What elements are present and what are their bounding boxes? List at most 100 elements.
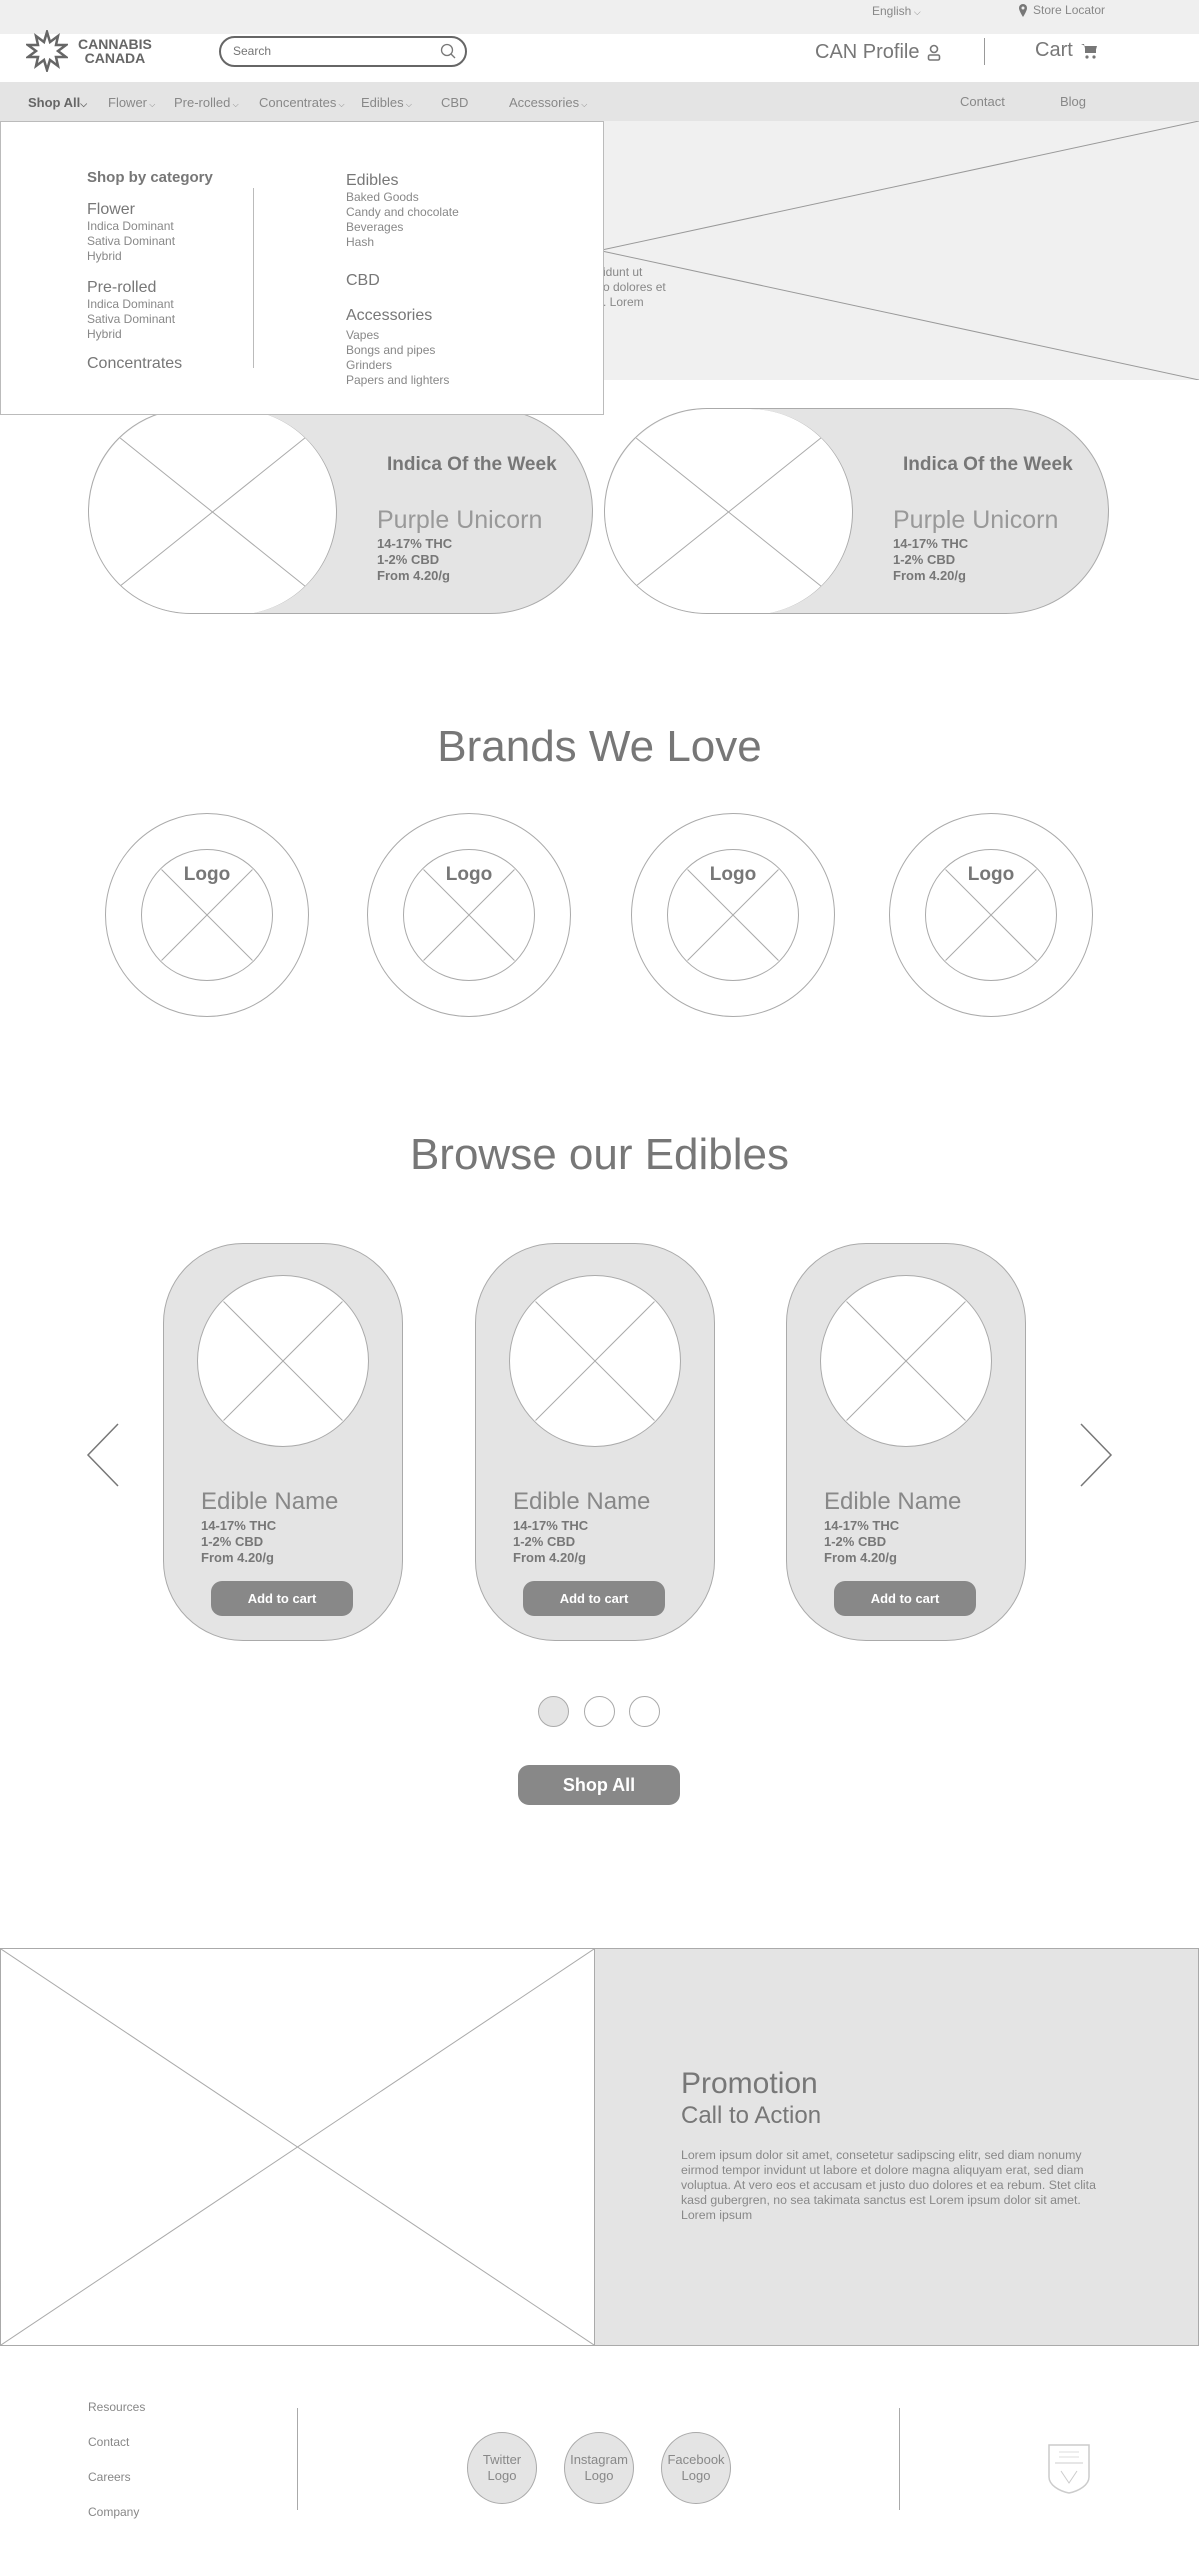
nav-cbd[interactable]: CBD <box>441 95 468 110</box>
nav-edibles[interactable]: Edibles ⌵ <box>361 95 412 110</box>
instagram-logo-link[interactable]: Instagram Logo <box>564 2432 634 2504</box>
promo-title: Promotion <box>681 2067 818 2100</box>
nav-accessories[interactable]: Accessories ⌵ <box>509 95 587 110</box>
cart-label: Cart <box>1035 39 1073 61</box>
featured-label: Indica Of the Week <box>903 454 1073 475</box>
profile-label: CAN Profile <box>815 41 920 63</box>
add-to-cart-button[interactable]: Add to cart <box>834 1581 976 1616</box>
dropdown-subcategory-link[interactable]: Grinders <box>346 358 449 373</box>
footer-link-resources[interactable]: Resources <box>88 2400 145 2414</box>
logo-text: CANADA <box>84 50 146 66</box>
footer-link-company[interactable]: Company <box>88 2505 139 2519</box>
carousel-next-arrow-icon[interactable] <box>1079 1423 1113 1487</box>
nav-blog[interactable]: Blog <box>1060 94 1086 109</box>
header <box>0 34 1199 82</box>
product-image-placeholder <box>605 409 853 613</box>
dropdown-subcategory-link[interactable]: Sativa Dominant <box>87 312 175 327</box>
dropdown-subcategory-link[interactable]: Hybrid <box>87 249 175 264</box>
brand-logo-link[interactable]: Logo <box>889 813 1093 1017</box>
edible-name: Edible Name <box>513 1488 651 1515</box>
language-selector[interactable]: English ⌵ <box>872 4 921 18</box>
dropdown-category-link[interactable]: Pre-rolled <box>87 279 175 297</box>
map-pin-icon <box>1019 3 1027 17</box>
dropdown-category-link[interactable]: CBD <box>346 272 380 290</box>
footer-divider <box>297 2408 298 2510</box>
edible-product-card[interactable]: Edible Name 14-17% THC 1-2% CBD From 4.20/g… <box>786 1243 1026 1641</box>
cbd-value: 1-2% CBD <box>377 552 440 567</box>
promo-image-placeholder <box>0 1948 595 2346</box>
dropdown-subcategory-link[interactable]: Vapes <box>346 328 449 343</box>
footer-link-careers[interactable]: Careers <box>88 2470 131 2484</box>
featured-label: Indica Of the Week <box>387 454 557 475</box>
price-value: From 4.20/g <box>824 1550 897 1565</box>
nav-flower[interactable]: Flower ⌵ <box>108 95 155 110</box>
cbd-value: 1-2% CBD <box>893 552 956 567</box>
edible-product-card[interactable]: Edible Name 14-17% THC 1-2% CBD From 4.20/g… <box>475 1243 715 1641</box>
dropdown-category-link[interactable]: Accessories <box>346 307 449 325</box>
edibles-title: Browse our Edibles <box>409 1130 790 1179</box>
featured-product-card[interactable]: Indica Of the Week Purple Unicorn 14-17%… <box>604 408 1109 614</box>
carousel-dot[interactable] <box>629 1696 660 1727</box>
profile-link[interactable]: CAN Profile <box>815 41 941 64</box>
facebook-logo-link[interactable]: Facebook Logo <box>661 2432 731 2504</box>
price-value: From 4.20/g <box>513 1550 586 1565</box>
search-icon[interactable] <box>440 43 457 60</box>
search-input[interactable] <box>233 44 433 58</box>
dropdown-subcategory-link[interactable]: Candy and chocolate <box>346 205 459 220</box>
language-label: English <box>872 4 912 18</box>
promo-cta[interactable]: Call to Action <box>681 2102 821 2130</box>
add-to-cart-button[interactable]: Add to cart <box>523 1581 665 1616</box>
featured-product-card[interactable]: Indica Of the Week Purple Unicorn 14-17%… <box>88 408 593 614</box>
hero-text: idunt ut o dolores et. Lorem <box>603 265 666 309</box>
brand-logo-link[interactable]: Logo <box>631 813 835 1017</box>
shop-all-button[interactable]: Shop All <box>518 1765 680 1805</box>
twitter-logo-link[interactable]: Twitter Logo <box>467 2432 537 2504</box>
dropdown-subcategory-link[interactable]: Bongs and pipes <box>346 343 449 358</box>
dropdown-subcategory-link[interactable]: Hash <box>346 235 459 250</box>
brand-logo-label: Logo <box>445 864 493 885</box>
nav-contact[interactable]: Contact <box>960 94 1005 109</box>
footer-link-contact[interactable]: Contact <box>88 2435 129 2449</box>
dropdown-group-pre-rolled: Pre-rolled Indica Dominant Sativa Domina… <box>87 279 175 342</box>
chevron-down-icon: ⌵ <box>911 7 921 17</box>
carousel-dot-active[interactable] <box>538 1696 569 1727</box>
dropdown-subcategory-link[interactable]: Indica Dominant <box>87 219 175 234</box>
dropdown-subcategory-link[interactable]: Beverages <box>346 220 459 235</box>
nav-shop-all[interactable]: Shop All⌵ <box>28 95 87 110</box>
dropdown-group-flower: Flower Indica Dominant Sativa Dominant H… <box>87 201 175 264</box>
carousel-prev-arrow-icon[interactable] <box>86 1423 120 1487</box>
thc-value: 14-17% THC <box>377 536 453 551</box>
dropdown-subcategory-link[interactable]: Sativa Dominant <box>87 234 175 249</box>
search-box[interactable] <box>219 36 467 67</box>
product-image-placeholder <box>89 409 337 613</box>
edible-product-card[interactable]: Edible Name 14-17% THC 1-2% CBD From 4.20/g… <box>163 1243 403 1641</box>
dropdown-category-link[interactable]: Flower <box>87 201 175 219</box>
dropdown-subcategory-link[interactable]: Indica Dominant <box>87 297 175 312</box>
brand-logo-label: Logo <box>709 864 757 885</box>
brand-logo-label: Logo <box>967 864 1015 885</box>
store-locator-link[interactable]: Store Locator <box>1018 3 1105 17</box>
dropdown-heading: Shop by category <box>87 169 213 186</box>
dropdown-subcategory-link[interactable]: Hybrid <box>87 327 175 342</box>
cart-link[interactable]: Cart <box>1035 39 1097 62</box>
thc-value: 14-17% THC <box>513 1518 589 1533</box>
brand-logo-link[interactable]: Logo <box>105 813 309 1017</box>
carousel-dot[interactable] <box>584 1696 615 1727</box>
store-locator-label: Store Locator <box>1033 3 1106 17</box>
nav-concentrates[interactable]: Concentrates ⌵ <box>259 95 345 110</box>
dropdown-group-accessories: Accessories Vapes Bongs and pipes Grinde… <box>346 307 449 388</box>
nav-pre-rolled[interactable]: Pre-rolled ⌵ <box>174 95 239 110</box>
price-value: From 4.20/g <box>893 568 966 583</box>
dropdown-category-link[interactable]: Concentrates <box>87 355 182 373</box>
thc-value: 14-17% THC <box>201 1518 277 1533</box>
chevron-down-icon: ⌵ <box>336 100 345 109</box>
dropdown-subcategory-link[interactable]: Papers and lighters <box>346 373 449 388</box>
add-to-cart-button[interactable]: Add to cart <box>211 1581 353 1616</box>
chevron-down-icon: ⌵ <box>230 100 239 109</box>
price-value: From 4.20/g <box>377 568 450 583</box>
dropdown-subcategory-link[interactable]: Baked Goods <box>346 190 459 205</box>
brand-logo-link[interactable]: Logo <box>367 813 571 1017</box>
dropdown-category-link[interactable]: Edibles <box>346 172 459 190</box>
product-name: Purple Unicorn <box>893 506 1059 534</box>
logo[interactable]: CANNABIS CANADA <box>26 30 152 72</box>
